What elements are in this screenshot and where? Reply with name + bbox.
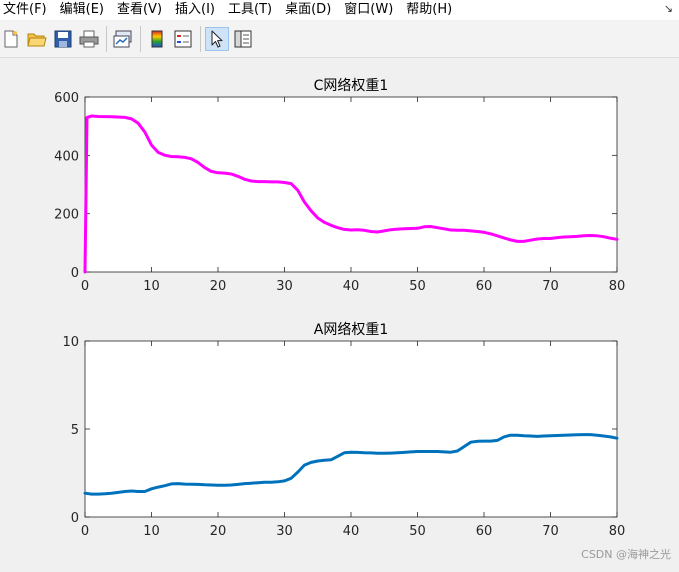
x-tick-label: 60	[476, 279, 493, 294]
plot-area	[84, 340, 618, 518]
menu-view[interactable]: 查看(V)	[113, 0, 171, 20]
save-icon	[54, 30, 72, 48]
property-editor-button[interactable]	[232, 28, 254, 50]
edit-plot-button[interactable]	[205, 27, 229, 51]
colorbar-icon	[151, 30, 163, 48]
y-tick-label: 5	[71, 423, 79, 438]
legend-icon	[174, 30, 192, 48]
x-tick-label: 30	[276, 524, 293, 539]
y-tick-label: 600	[54, 91, 79, 106]
menu-tools[interactable]: 工具(T)	[224, 0, 281, 20]
new-file-icon	[4, 30, 18, 48]
toolbar	[0, 21, 679, 58]
link-plot-button[interactable]	[112, 28, 134, 50]
x-tick-label: 80	[609, 279, 626, 294]
x-tick-label: 10	[143, 279, 160, 294]
menu-help[interactable]: 帮助(H)	[402, 0, 461, 20]
save-button[interactable]	[52, 28, 74, 50]
watermark-text: CSDN @海神之光	[581, 548, 671, 561]
open-button[interactable]	[26, 28, 48, 50]
x-tick-label: 50	[409, 279, 426, 294]
x-tick-label: 60	[476, 524, 493, 539]
print-icon	[79, 30, 99, 48]
new-file-button[interactable]	[0, 28, 22, 50]
x-tick-label: 20	[210, 279, 227, 294]
y-tick-label: 0	[71, 266, 79, 281]
chart-title: A网络权重1	[314, 322, 388, 338]
x-tick-label: 0	[81, 279, 89, 294]
toolbar-separator	[106, 26, 107, 52]
menu-insert[interactable]: 插入(I)	[171, 0, 224, 20]
toolbar-separator	[140, 26, 141, 52]
y-tick-label: 0	[71, 511, 79, 526]
x-tick-label: 10	[143, 524, 160, 539]
plot-area	[84, 96, 618, 273]
x-tick-label: 30	[276, 279, 293, 294]
x-tick-label: 20	[210, 524, 227, 539]
menu-bar: 文件(F) 编辑(E) 查看(V) 插入(I) 工具(T) 桌面(D) 窗口(W…	[0, 0, 679, 20]
y-tick-label: 400	[54, 149, 79, 164]
x-tick-label: 0	[81, 524, 89, 539]
x-tick-label: 70	[542, 279, 559, 294]
menu-window[interactable]: 窗口(W)	[340, 0, 402, 20]
menu-file[interactable]: 文件(F)	[0, 0, 56, 20]
y-tick-label: 200	[54, 208, 79, 223]
menu-edit[interactable]: 编辑(E)	[56, 0, 113, 20]
link-plot-icon	[113, 30, 132, 48]
property-editor-icon	[234, 30, 252, 48]
x-tick-label: 40	[343, 279, 360, 294]
chart-title: C网络权重1	[314, 78, 389, 94]
pointer-icon	[211, 30, 223, 48]
dock-arrow-icon[interactable]: ↘	[664, 2, 673, 15]
axes-1: C网络权重1 0 10 20 30 40 50 60 70 80 0 200 400 600	[54, 78, 625, 294]
axes-2: A网络权重1 0 10 20 30 40 50 60 70 80 0 5 10	[62, 322, 625, 539]
y-tick-label: 10	[62, 335, 79, 350]
figure-area: C网络权重1 0 10 20 30 40 50 60 70 80 0 200 400 600 A网络权重1 0…	[0, 58, 679, 568]
print-button[interactable]	[78, 28, 100, 50]
menu-desktop[interactable]: 桌面(D)	[281, 0, 340, 20]
x-tick-label: 80	[609, 524, 626, 539]
open-folder-icon	[27, 33, 47, 47]
toolbar-separator	[200, 26, 201, 52]
x-tick-label: 50	[409, 524, 426, 539]
x-tick-label: 70	[542, 524, 559, 539]
colorbar-button[interactable]	[146, 28, 168, 50]
figure-canvas: C网络权重10 10 20 30 40 50 60 70 800200400600A网络权重10…	[54, 78, 625, 539]
legend-button[interactable]	[172, 28, 194, 50]
x-tick-label: 40	[343, 524, 360, 539]
